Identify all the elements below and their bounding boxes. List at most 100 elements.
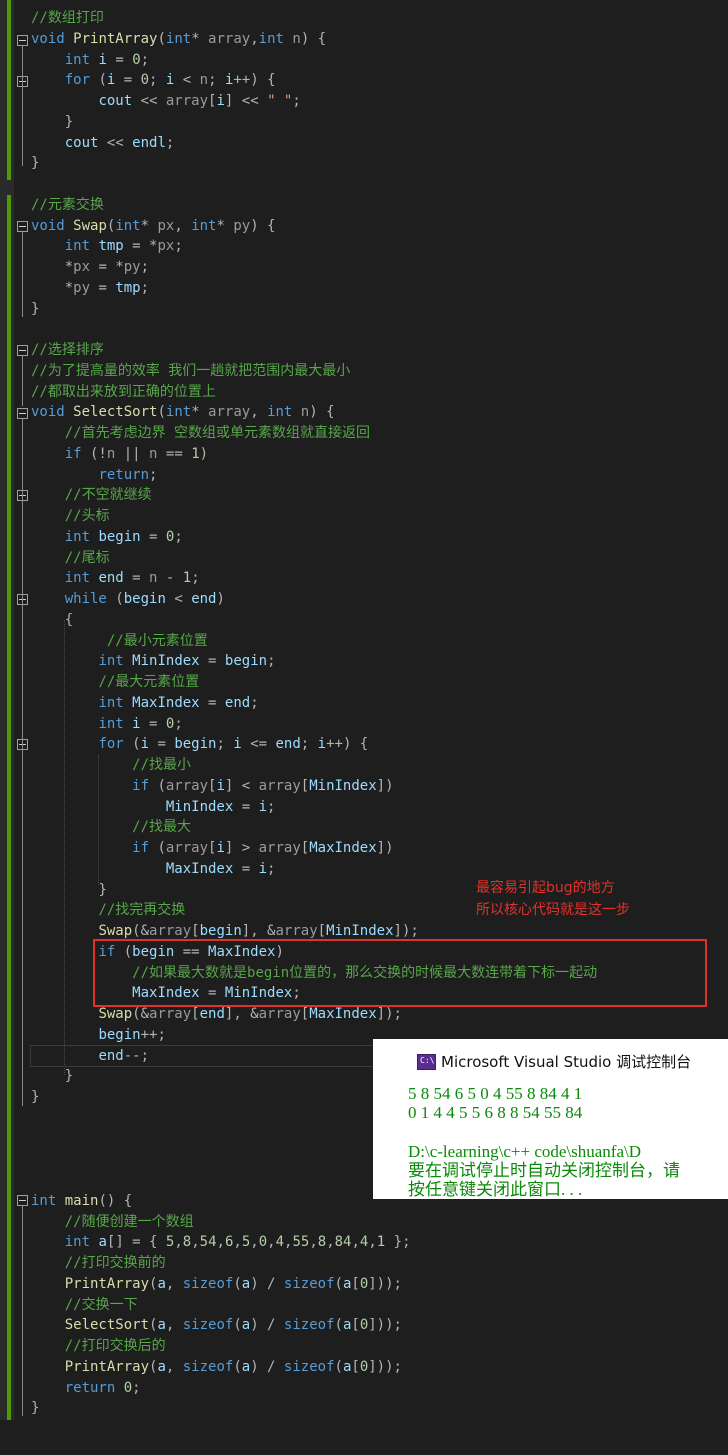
code-token: = — [106, 51, 133, 68]
code-line[interactable]: *py = tmp; — [31, 278, 149, 298]
code-line[interactable]: MinIndex = i; — [31, 797, 276, 817]
code-line[interactable]: if (array[i] > array[MaxIndex]) — [31, 838, 393, 858]
code-token: ++; — [140, 1026, 166, 1043]
code-line[interactable]: //选择排序 — [31, 340, 104, 360]
collapse-icon[interactable] — [17, 1195, 28, 1206]
code-line[interactable]: begin++; — [31, 1025, 166, 1045]
code-token: { — [64, 611, 74, 628]
code-line[interactable]: } — [31, 112, 73, 132]
code-line[interactable]: while (begin < end) — [31, 589, 225, 609]
code-token: //随便创建一个数组 — [64, 1213, 194, 1230]
code-line[interactable]: int tmp = *px; — [31, 236, 183, 256]
collapse-icon[interactable] — [17, 221, 28, 232]
code-line[interactable]: //不空就继续 — [31, 485, 152, 505]
annotation-line-1: 最容易引起bug的地方 — [476, 880, 615, 896]
code-line[interactable]: int MinIndex = begin; — [31, 651, 275, 671]
code-line[interactable]: //找完再交换 — [31, 900, 185, 920]
code-line[interactable]: //尾标 — [31, 548, 110, 568]
code-line[interactable]: //最大元素位置 — [31, 672, 199, 692]
code-line[interactable]: } — [31, 299, 39, 319]
code-line[interactable]: //为了提高量的效率 我们一趟就把范围内最大最小 — [31, 361, 350, 381]
code-line[interactable]: *px = *py; — [31, 257, 149, 277]
code-token: 4 — [275, 1234, 285, 1251]
collapse-icon[interactable] — [17, 345, 28, 356]
code-token: ; — [132, 1379, 141, 1396]
code-token: ; — [149, 466, 158, 483]
code-token: ] << — [224, 93, 268, 109]
code-token: ; — [250, 694, 259, 711]
console-line: 5 8 54 6 5 0 4 55 8 84 4 1 — [408, 1084, 583, 1103]
code-token: , — [250, 1234, 259, 1251]
code-line[interactable]: int end = n - 1; — [31, 568, 200, 588]
code-line[interactable]: //都取出来放到正确的位置上 — [31, 382, 216, 402]
code-token: end — [275, 736, 301, 753]
debug-console-window[interactable]: C:\ Microsoft Visual Studio 调试控制台 5 8 54… — [373, 1039, 728, 1199]
collapse-icon[interactable] — [17, 35, 28, 46]
code-token: = — [149, 736, 175, 753]
code-line[interactable]: } — [31, 1066, 73, 1086]
code-line[interactable]: void PrintArray(int* array,int n) { — [31, 29, 326, 49]
console-title-bar[interactable]: C:\ Microsoft Visual Studio 调试控制台 — [373, 1039, 728, 1083]
code-token: i — [216, 93, 225, 109]
code-line[interactable]: //最小元素位置 — [31, 631, 208, 651]
console-line: D:\c-learning\c++ code\shuanfa\D — [408, 1142, 642, 1161]
code-token: sizeof — [283, 1358, 335, 1375]
code-line[interactable]: } — [31, 153, 39, 173]
code-line[interactable]: int i = 0; — [31, 714, 182, 734]
code-line[interactable]: SelectSort(a, sizeof(a) / sizeof(a[0])); — [31, 1315, 402, 1335]
code-line[interactable]: //首先考虑边界 空数组或单元素数组就直接返回 — [31, 423, 370, 443]
code-token: endl — [132, 134, 166, 151]
code-line[interactable]: //随便创建一个数组 — [31, 1212, 194, 1232]
console-output[interactable]: 5 8 54 6 5 0 4 55 8 84 4 1 0 1 4 4 5 5 6… — [408, 1083, 728, 1199]
code-token: ( — [334, 1275, 343, 1292]
code-token: array — [165, 840, 209, 856]
code-token: ]); — [376, 1006, 402, 1022]
code-line[interactable]: { — [31, 610, 73, 630]
code-line[interactable]: //头标 — [31, 506, 110, 526]
code-line[interactable]: void Swap(int* px, int* py) { — [31, 216, 276, 236]
code-token: ) — [199, 445, 209, 462]
code-line[interactable]: //数组打印 — [31, 8, 104, 28]
code-line[interactable]: return 0; — [31, 1378, 141, 1398]
code-token: = — [115, 72, 141, 89]
code-line[interactable]: //找最小 — [31, 755, 191, 775]
code-line[interactable]: PrintArray(a, sizeof(a) / sizeof(a[0])); — [31, 1274, 402, 1294]
code-token: ) / — [250, 1358, 284, 1375]
code-token: } — [31, 300, 40, 317]
code-line[interactable]: end--; — [31, 1046, 149, 1066]
code-line[interactable]: for (i = begin; i <= end; i++) { — [31, 734, 368, 754]
code-editor[interactable]: //数组打印 void PrintArray(int* array,int n) … — [0, 0, 728, 1455]
code-line[interactable]: int i = 0; — [31, 50, 149, 70]
code-line[interactable]: return; — [31, 465, 157, 485]
code-line[interactable]: Swap(&array[end], &array[MaxIndex]); — [31, 1004, 402, 1024]
code-line[interactable]: } — [31, 1398, 39, 1418]
code-line[interactable]: cout << endl; — [31, 133, 175, 153]
code-line[interactable]: int main() { — [31, 1191, 132, 1211]
code-line[interactable]: MaxIndex = i; — [31, 859, 276, 879]
code-line[interactable]: Swap(&array[begin], &array[MinIndex]); — [31, 921, 418, 941]
code-line[interactable]: if (array[i] < array[MinIndex]) — [31, 776, 393, 796]
code-line[interactable]: PrintArray(a, sizeof(a) / sizeof(a[0])); — [31, 1357, 402, 1377]
code-line[interactable]: //打印交换前的 — [31, 1253, 166, 1273]
code-token: << — [132, 93, 166, 109]
code-line[interactable]: for (i = 0; i < n; i++) { — [31, 70, 276, 90]
code-line[interactable]: } — [31, 880, 106, 900]
code-token: ) { — [250, 217, 276, 234]
code-line[interactable]: cout << array[i] << " "; — [31, 91, 300, 111]
code-token: PrintArray — [73, 30, 158, 47]
code-token: ; — [300, 736, 318, 753]
code-line[interactable]: int a[] = { 5,8,54,6,5,0,4,55,8,84,4,1 }… — [31, 1232, 411, 1252]
code-line[interactable]: if (!n || n == 1) — [31, 444, 208, 464]
code-line[interactable]: //打印交换后的 — [31, 1336, 166, 1356]
code-token: for — [98, 736, 124, 753]
code-line[interactable]: //元素交换 — [31, 195, 104, 215]
code-line[interactable]: } — [31, 1087, 39, 1107]
code-line[interactable]: //交换一下 — [31, 1295, 138, 1315]
code-line[interactable]: //找最大 — [31, 817, 191, 837]
code-line[interactable]: int begin = 0; — [31, 527, 183, 547]
collapse-icon[interactable] — [17, 408, 28, 419]
code-line[interactable]: void SelectSort(int* array, int n) { — [31, 402, 335, 422]
code-line[interactable]: int MaxIndex = end; — [31, 693, 259, 713]
